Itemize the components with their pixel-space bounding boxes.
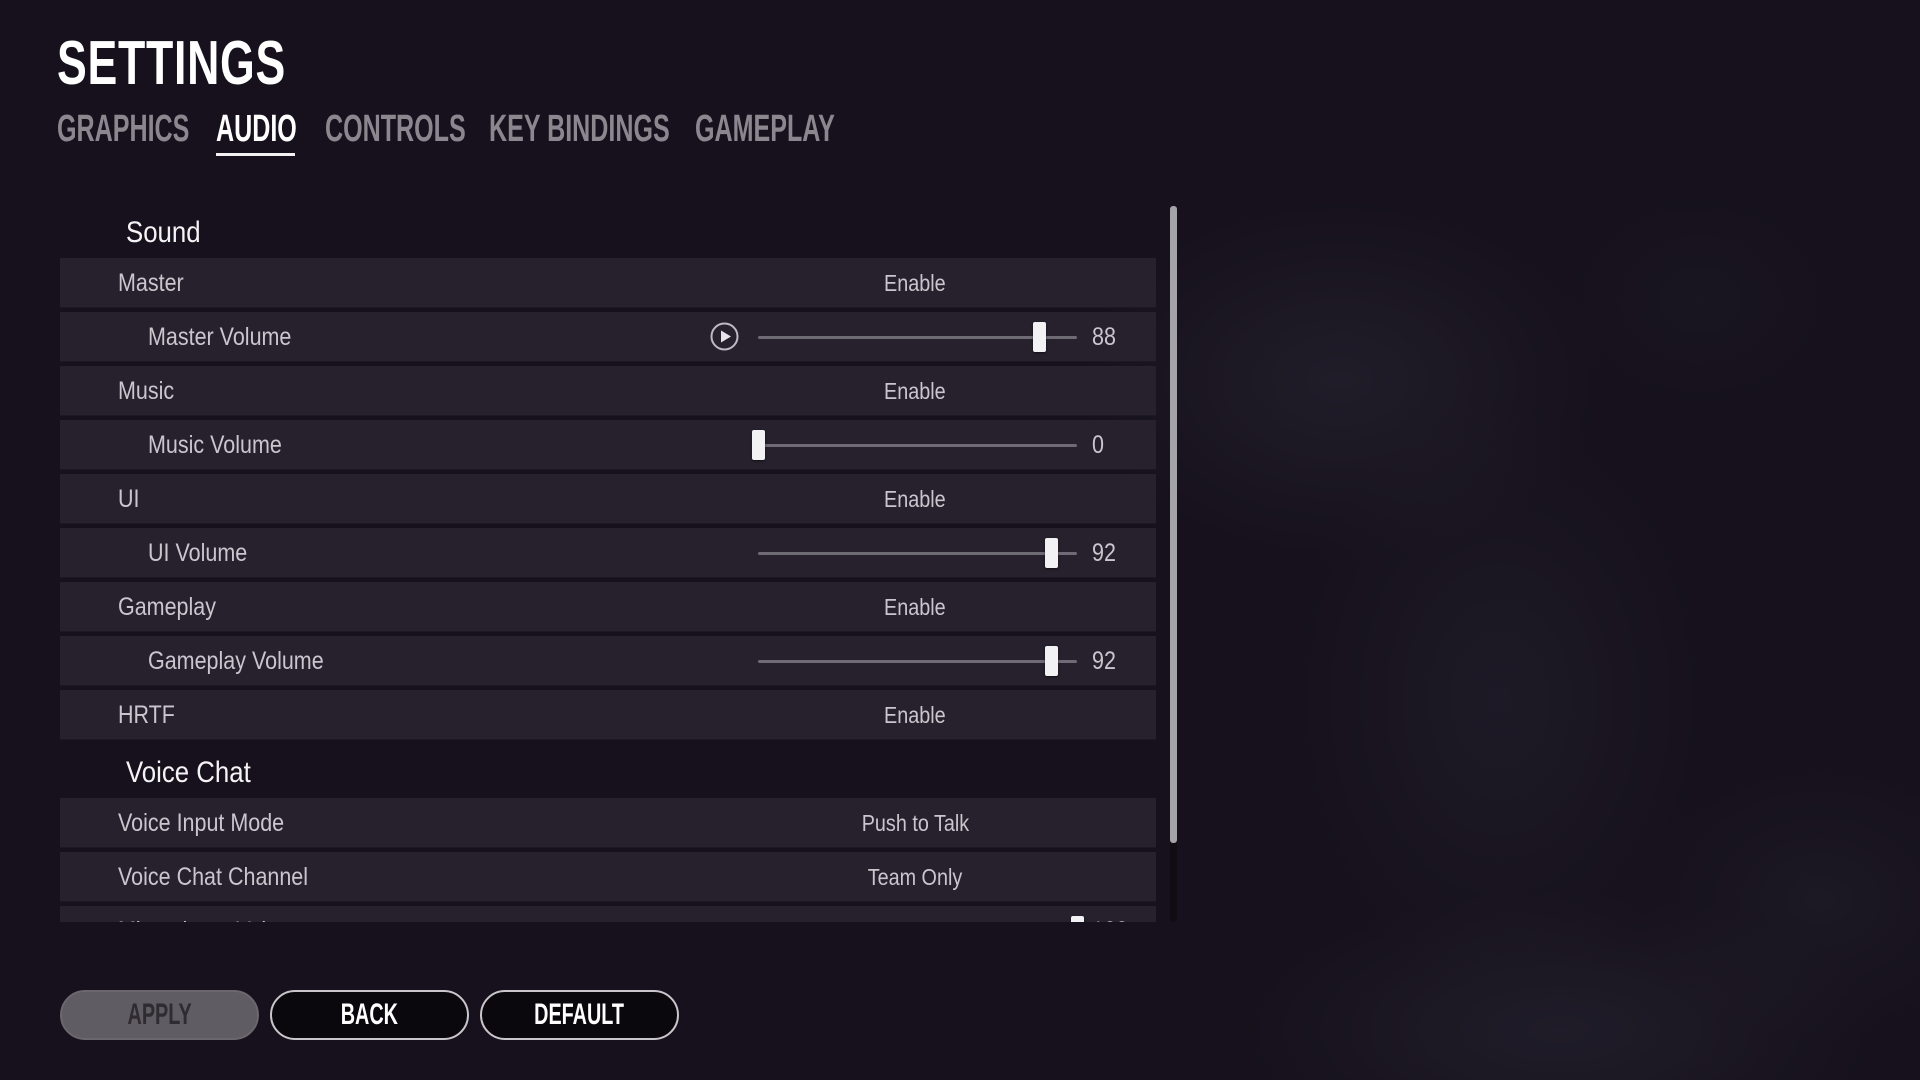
play-icon[interactable] <box>710 322 739 351</box>
setting-row-voice-chat-channel[interactable]: Voice Chat Channel Team Only <box>60 852 1156 902</box>
setting-row-microphone-volume: Microphone Volume 100 <box>60 906 1156 922</box>
back-button[interactable]: BACK <box>270 990 469 1040</box>
tab-graphics[interactable]: GRAPHICS <box>57 108 189 150</box>
slider-value: 0 <box>1092 431 1104 459</box>
setting-label: Voice Chat Channel <box>118 863 309 891</box>
volume-slider[interactable] <box>758 538 1077 568</box>
apply-button[interactable]: APPLY <box>60 990 259 1040</box>
setting-value-select[interactable]: Team Only <box>800 852 1030 902</box>
setting-row-music-volume: Music Volume 0 <box>60 420 1156 470</box>
setting-label: Master <box>118 269 184 297</box>
setting-row-master-volume: Master Volume 88 <box>60 312 1156 362</box>
scrollbar-thumb[interactable] <box>1170 206 1177 844</box>
tab-key-bindings[interactable]: KEY BINDINGS <box>489 108 670 150</box>
setting-row-ui[interactable]: UI Enable <box>60 474 1156 524</box>
setting-value-toggle[interactable]: Enable <box>800 258 1030 308</box>
setting-row-ui-volume: UI Volume 92 <box>60 528 1156 578</box>
tab-gameplay[interactable]: GAMEPLAY <box>695 108 835 150</box>
volume-slider[interactable] <box>752 430 1077 460</box>
section-title-sound: Sound <box>126 216 201 249</box>
volume-slider[interactable] <box>758 322 1077 352</box>
setting-label: Music <box>118 377 175 405</box>
default-button[interactable]: DEFAULT <box>480 990 679 1040</box>
slider-handle[interactable] <box>1032 322 1046 352</box>
setting-label: UI Volume <box>148 539 248 567</box>
setting-label: HRTF <box>118 701 175 729</box>
setting-value-toggle[interactable]: Enable <box>800 366 1030 416</box>
setting-value-toggle[interactable]: Enable <box>800 582 1030 632</box>
slider-handle[interactable] <box>752 430 765 460</box>
slider-value: 92 <box>1092 539 1116 567</box>
slider-value: 88 <box>1092 323 1116 351</box>
slider-handle[interactable] <box>1071 916 1084 922</box>
tab-audio[interactable]: AUDIO <box>216 108 297 150</box>
setting-label: Microphone Volume <box>118 906 308 922</box>
section-title-voice-chat: Voice Chat <box>126 756 251 789</box>
setting-value-toggle[interactable]: Enable <box>800 690 1030 740</box>
page-title: SETTINGS <box>57 29 286 98</box>
setting-label: Gameplay <box>118 593 216 621</box>
slider-handle[interactable] <box>1045 646 1059 676</box>
slider-handle[interactable] <box>1045 538 1059 568</box>
setting-label: Gameplay Volume <box>148 647 324 675</box>
setting-label: Master Volume <box>148 323 292 351</box>
settings-list[interactable]: Sound Master Enable Master Volume 88 Mus… <box>60 180 1160 922</box>
setting-label: Voice Input Mode <box>118 809 285 837</box>
scrollbar[interactable] <box>1170 206 1177 922</box>
tab-controls[interactable]: CONTROLS <box>325 108 466 150</box>
setting-row-voice-input-mode[interactable]: Voice Input Mode Push to Talk <box>60 798 1156 848</box>
active-tab-indicator <box>216 153 295 156</box>
setting-row-gameplay[interactable]: Gameplay Enable <box>60 582 1156 632</box>
setting-row-music[interactable]: Music Enable <box>60 366 1156 416</box>
setting-label: Music Volume <box>148 431 282 459</box>
setting-value-select[interactable]: Push to Talk <box>800 798 1030 848</box>
volume-slider[interactable] <box>758 646 1077 676</box>
slider-value: 100 <box>1092 906 1128 922</box>
setting-row-hrtf[interactable]: HRTF Enable <box>60 690 1156 740</box>
setting-label: UI <box>118 485 140 513</box>
setting-value-toggle[interactable]: Enable <box>800 474 1030 524</box>
setting-row-master[interactable]: Master Enable <box>60 258 1156 308</box>
setting-row-gameplay-volume: Gameplay Volume 92 <box>60 636 1156 686</box>
slider-value: 92 <box>1092 647 1116 675</box>
